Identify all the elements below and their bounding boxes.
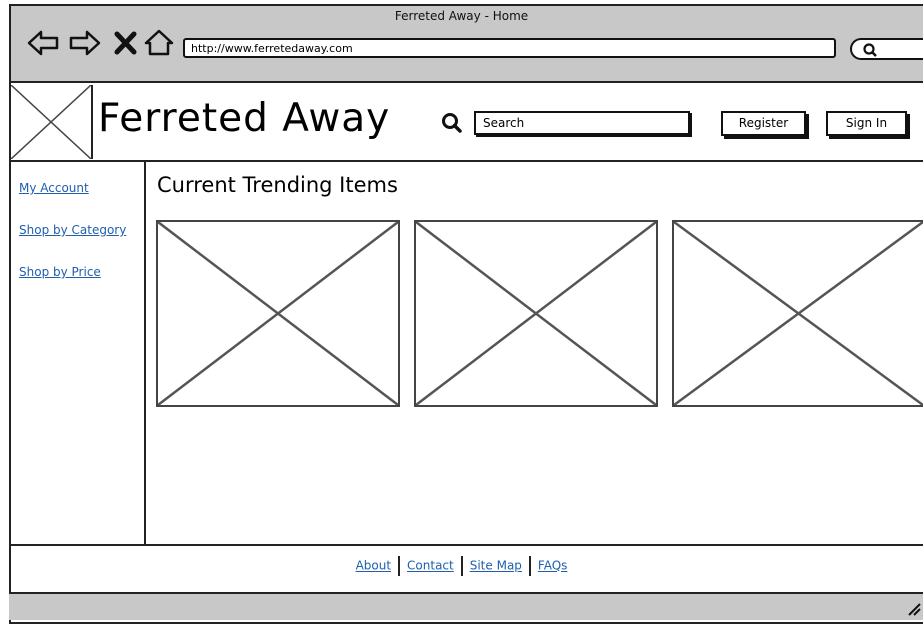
site-title: Ferreted Away [98,96,391,141]
sidebar-item-shop-by-category[interactable]: Shop by Category [19,223,126,237]
footer-link-site-map[interactable]: Site Map [470,559,522,573]
forward-arrow-icon[interactable] [68,26,102,60]
sign-in-button[interactable]: Sign In [826,111,907,136]
trending-item-1[interactable] [156,220,400,407]
logo-placeholder[interactable] [11,85,93,159]
footer-link-faqs[interactable]: FAQs [538,559,568,573]
close-x-icon[interactable] [112,26,140,60]
resize-grip-icon[interactable] [905,600,921,616]
trending-item-2[interactable] [414,220,658,407]
section-title: Current Trending Items [157,173,398,197]
status-bar [9,592,923,620]
footer-links: About Contact Site Map FAQs [0,556,923,576]
image-placeholder-icon [416,222,656,405]
footer-link-about[interactable]: About [356,559,391,573]
sidebar [9,162,146,545]
divider [528,556,531,576]
browser-search-box[interactable] [850,38,923,60]
trending-item-3[interactable] [672,220,923,407]
footer-link-contact[interactable]: Contact [407,559,454,573]
window-title: Ferreted Away - Home [394,9,529,23]
back-arrow-icon[interactable] [26,26,60,60]
image-placeholder-icon [674,222,923,405]
divider [460,556,463,576]
search-icon [863,43,877,57]
url-bar[interactable]: http://www.ferretedaway.com [183,38,836,58]
sidebar-item-shop-by-price[interactable]: Shop by Price [19,265,101,279]
image-placeholder-icon [11,85,91,159]
home-icon[interactable] [143,26,175,60]
divider [398,556,401,576]
image-placeholder-icon [158,222,398,405]
register-button[interactable]: Register [721,111,806,136]
sidebar-item-my-account[interactable]: My Account [19,181,89,195]
search-icon[interactable] [441,112,463,134]
search-input[interactable]: Search [474,111,690,135]
